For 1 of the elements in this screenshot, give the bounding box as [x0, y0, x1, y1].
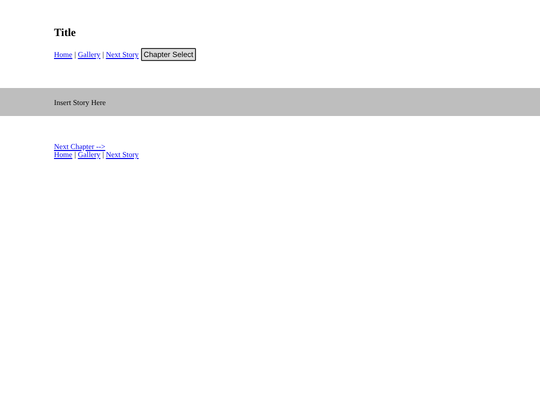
page-title: Title	[54, 27, 77, 39]
